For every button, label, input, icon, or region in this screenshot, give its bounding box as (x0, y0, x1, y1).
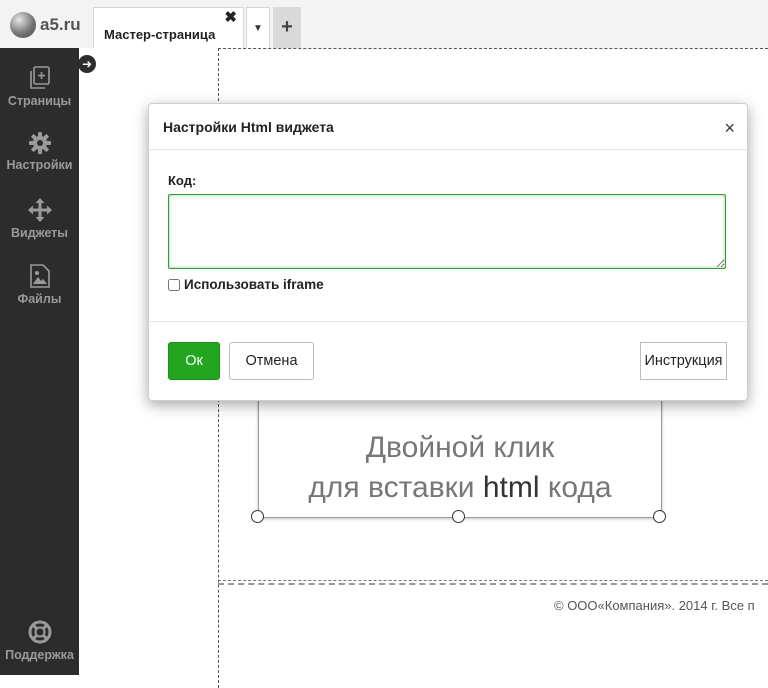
widget-hint-line1: Двойной клик (365, 431, 555, 464)
dialog-divider (149, 149, 747, 150)
sidebar-item-label: Виджеты (11, 226, 68, 240)
logo-text: a5.ru (40, 15, 81, 34)
sidebar-item-label: Поддержка (5, 648, 74, 662)
code-textarea[interactable] (168, 194, 726, 269)
footer-copyright: © ООО«Компания». 2014 г. Все п (554, 598, 755, 613)
tab-label: Мастер-страница (104, 27, 216, 42)
resize-handle-center[interactable] (452, 510, 465, 523)
resize-handle-left[interactable] (251, 510, 264, 523)
sidebar-item-files[interactable]: Файлы (0, 264, 79, 306)
widget-hint-line2: для вставки html кода (308, 471, 612, 504)
sidebar-item-label: Настройки (6, 158, 73, 172)
instructions-button[interactable]: Инструкция (640, 342, 727, 380)
logo-globe-icon (10, 12, 36, 38)
pages-icon (29, 66, 50, 89)
dialog-divider (149, 321, 747, 322)
tab-master-page[interactable]: Мастер-страница ✖ (93, 7, 244, 48)
dialog-title: Настройки Html виджета (163, 119, 334, 135)
html-widget-settings-dialog: Настройки Html виджета × Код: Использова… (148, 103, 748, 401)
section-divider (218, 580, 768, 581)
section-divider-footer (218, 583, 768, 585)
canvas-border-top (218, 48, 768, 49)
top-bar: a5.ru Мастер-страница ✖ ▼ + (0, 0, 768, 48)
collapse-sidebar-button[interactable]: ➜ (78, 55, 96, 73)
arrow-left-icon: ➜ (81, 57, 93, 71)
cancel-button[interactable]: Отмена (229, 342, 314, 380)
tab-close-icon[interactable]: ✖ (224, 8, 237, 26)
use-iframe-option[interactable]: Использовать iframe (168, 277, 324, 292)
sidebar-item-pages[interactable]: Страницы (0, 66, 79, 108)
ok-button[interactable]: Ок (168, 342, 220, 380)
use-iframe-checkbox[interactable] (168, 278, 180, 291)
add-tab-button[interactable]: + (273, 7, 301, 48)
lifebuoy-icon (28, 620, 51, 644)
logo[interactable]: a5.ru (10, 12, 81, 38)
sidebar-item-label: Файлы (17, 292, 62, 306)
sidebar: Страницы Настройки Виджеты Файлы Поддерж… (0, 48, 79, 675)
gear-icon (28, 132, 51, 154)
move-icon (27, 198, 52, 222)
sidebar-item-settings[interactable]: Настройки (0, 132, 79, 172)
sidebar-item-label: Страницы (7, 94, 72, 108)
code-label: Код: (168, 173, 197, 188)
close-icon[interactable]: × (724, 119, 735, 137)
sidebar-item-widgets[interactable]: Виджеты (0, 198, 79, 240)
sidebar-item-support[interactable]: Поддержка (0, 620, 79, 662)
resize-handle-right[interactable] (653, 510, 666, 523)
image-file-icon (29, 264, 50, 288)
use-iframe-label: Использовать iframe (184, 277, 324, 292)
tab-dropdown-button[interactable]: ▼ (246, 7, 270, 48)
